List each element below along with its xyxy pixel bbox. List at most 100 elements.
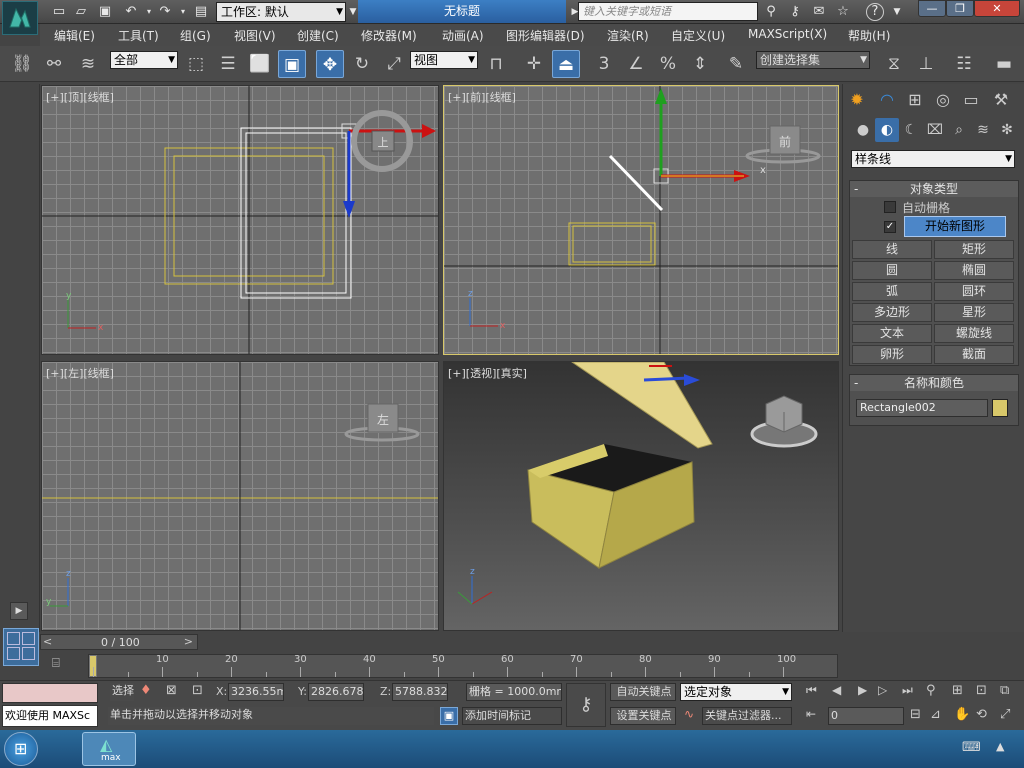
angle-snap-icon[interactable]: ∠ xyxy=(622,50,650,78)
menu-tools[interactable]: 工具(T) xyxy=(118,27,159,44)
current-frame-field[interactable]: 0 xyxy=(828,707,904,725)
unlink-icon[interactable]: ⚯ xyxy=(40,50,68,78)
redo-dropdown-icon[interactable]: ▾ xyxy=(174,3,192,21)
pan-hand-icon[interactable]: ✋ xyxy=(954,707,970,722)
z-coordinate-field[interactable]: 5788.832m xyxy=(392,683,448,701)
time-slider-next[interactable]: > xyxy=(184,635,193,648)
box-outline-inner[interactable] xyxy=(572,225,652,263)
layer-manager-icon[interactable]: ☷ xyxy=(950,50,978,78)
window-crossing-icon[interactable]: ▣ xyxy=(278,50,306,78)
lid-panel[interactable] xyxy=(571,362,713,449)
project-folder-icon[interactable]: ▤ xyxy=(192,3,210,21)
subscription-key-icon[interactable]: ⚷ xyxy=(786,3,804,21)
box-outline-outer[interactable] xyxy=(568,222,656,266)
help-dropdown-icon[interactable]: ▼ xyxy=(888,3,906,21)
utilities-tab-icon[interactable]: ⚒ xyxy=(989,88,1013,112)
key-target-dropdown[interactable]: 选定对象 ▼ xyxy=(680,683,792,701)
field-of-view-icon[interactable]: ⊿ xyxy=(930,707,941,722)
maximize-button[interactable]: ❐ xyxy=(946,0,974,17)
spinner-snap-icon[interactable]: ⇕ xyxy=(686,50,714,78)
select-by-name-icon[interactable]: ☰ xyxy=(214,50,242,78)
hierarchy-tab-icon[interactable]: ⊞ xyxy=(903,88,927,112)
menu-modifiers[interactable]: 修改器(M) xyxy=(361,27,417,44)
display-tab-icon[interactable]: ▭ xyxy=(959,88,983,112)
shape-text-button[interactable]: 文本 xyxy=(852,324,932,343)
menu-animation[interactable]: 动画(A) xyxy=(442,27,484,44)
time-slider-prev[interactable]: < xyxy=(43,635,52,648)
pivot-center-icon[interactable]: ⊓ xyxy=(482,50,510,78)
search-input[interactable]: 键入关键字或短语 xyxy=(578,2,758,21)
edit-named-selection-icon[interactable]: ✎ xyxy=(722,50,750,78)
new-file-icon[interactable]: ▭ xyxy=(50,3,68,21)
modify-tab-icon[interactable]: ◠ xyxy=(875,88,899,112)
link-icon[interactable]: ⛓ xyxy=(8,50,36,78)
go-to-end-icon[interactable]: ⏭ xyxy=(902,683,913,698)
shape-star-button[interactable]: 星形 xyxy=(934,303,1014,322)
minimize-button[interactable]: — xyxy=(918,0,946,17)
snaps-toggle-icon[interactable]: 3 xyxy=(590,50,618,78)
set-key-button[interactable]: 设置关键点 xyxy=(610,707,676,725)
workspace-dropdown[interactable]: 工作区: 默认 ▼ xyxy=(216,2,346,22)
app-logo[interactable] xyxy=(2,1,38,35)
menu-edit[interactable]: 编辑(E) xyxy=(54,27,95,44)
help-icon[interactable]: ? xyxy=(866,3,884,21)
name-color-header[interactable]: - 名称和颜色 xyxy=(850,375,1018,391)
absolute-mode-icon[interactable]: ⊡ xyxy=(192,683,203,698)
auto-grid-checkbox[interactable] xyxy=(884,201,896,213)
save-icon[interactable]: ▣ xyxy=(96,3,114,21)
gizmo-z-arrow[interactable] xyxy=(655,88,667,104)
selection-filter-dropdown[interactable]: 全部 ▼ xyxy=(110,51,178,69)
y-coordinate-field[interactable]: 2826.678m xyxy=(308,683,364,701)
start-new-shape-checkbox[interactable]: ✓ xyxy=(884,221,896,233)
align-icon[interactable]: ⊥ xyxy=(912,50,940,78)
taskbar-app-max[interactable]: ◭ max xyxy=(82,732,136,766)
named-selection-dropdown[interactable]: 创建选择集 ▼ xyxy=(756,51,870,69)
track-bar[interactable]: 10 20 30 40 50 60 70 80 90 100 xyxy=(88,654,838,678)
redo-icon[interactable]: ↷ xyxy=(156,3,174,21)
rect-selection-region-icon[interactable]: ⬜ xyxy=(246,50,274,78)
menu-views[interactable]: 视图(V) xyxy=(234,27,276,44)
menu-rendering[interactable]: 渲染(R) xyxy=(607,27,649,44)
key-mode-toggle-icon[interactable]: ⇤ xyxy=(806,707,816,721)
shape-line-button[interactable]: 线 xyxy=(852,240,932,259)
zoom-icon[interactable]: ⚲ xyxy=(926,683,936,698)
create-tab-icon[interactable]: ✹ xyxy=(845,88,869,112)
gizmo-arrow-persp[interactable] xyxy=(684,374,700,386)
viewport-layout-button[interactable] xyxy=(3,628,39,666)
viewport-left[interactable]: [+][左][线框] 左 z y xyxy=(41,361,439,631)
add-time-tag[interactable]: 添加时间标记 xyxy=(462,707,562,725)
menu-help[interactable]: 帮助(H) xyxy=(848,27,890,44)
gizmo-x-axis-persp[interactable] xyxy=(643,376,690,382)
maxscript-listener-mini[interactable] xyxy=(2,683,98,703)
time-config-icon[interactable]: ⊟ xyxy=(910,707,921,722)
lights-category-icon[interactable]: ☾ xyxy=(899,118,923,142)
select-object-icon[interactable]: ⬚ xyxy=(182,50,210,78)
isolate-bulb-icon[interactable]: ♦ xyxy=(140,683,152,698)
shape-category-dropdown[interactable]: 样条线 ▼ xyxy=(851,150,1015,168)
expand-icon[interactable]: ▶ xyxy=(10,602,28,620)
object-color-swatch[interactable] xyxy=(992,399,1008,417)
helpers-category-icon[interactable]: ⌕ xyxy=(947,118,971,142)
curve-editor-icon[interactable]: ⌸ xyxy=(52,656,60,671)
next-frame-icon[interactable]: ▷ xyxy=(878,683,887,697)
selection-lock-icon[interactable]: ⊠ xyxy=(166,683,177,698)
time-slider[interactable]: < 0 / 100 > xyxy=(40,634,198,650)
select-and-scale-icon[interactable]: ⤢ xyxy=(380,50,408,78)
shape-section-button[interactable]: 截面 xyxy=(934,345,1014,364)
key-mode-key-icon[interactable]: ⚷ xyxy=(566,683,606,727)
bind-space-warp-icon[interactable]: ≋ xyxy=(74,50,102,78)
viewport-top[interactable]: [+][顶][线框] 上 y x xyxy=(41,85,439,355)
menu-graph-editors[interactable]: 图形编辑器(D) xyxy=(506,27,585,44)
auto-key-button[interactable]: 自动关键点 xyxy=(610,683,676,701)
orbit-icon[interactable]: ⟲ xyxy=(976,707,987,722)
play-icon[interactable]: ▶ xyxy=(858,683,867,697)
shape-circle-button[interactable]: 圆 xyxy=(852,261,932,280)
gizmo-x-arrow[interactable] xyxy=(422,124,436,138)
cameras-category-icon[interactable]: ⌧ xyxy=(923,118,947,142)
shape-arc-button[interactable]: 弧 xyxy=(852,282,932,301)
shape-egg-button[interactable]: 卵形 xyxy=(852,345,932,364)
reference-coordinate-dropdown[interactable]: 视图 ▼ xyxy=(410,51,478,69)
menu-customize[interactable]: 自定义(U) xyxy=(671,27,725,44)
select-and-move-icon[interactable]: ✥ xyxy=(316,50,344,78)
time-tag-icon[interactable]: ▣ xyxy=(440,707,458,725)
